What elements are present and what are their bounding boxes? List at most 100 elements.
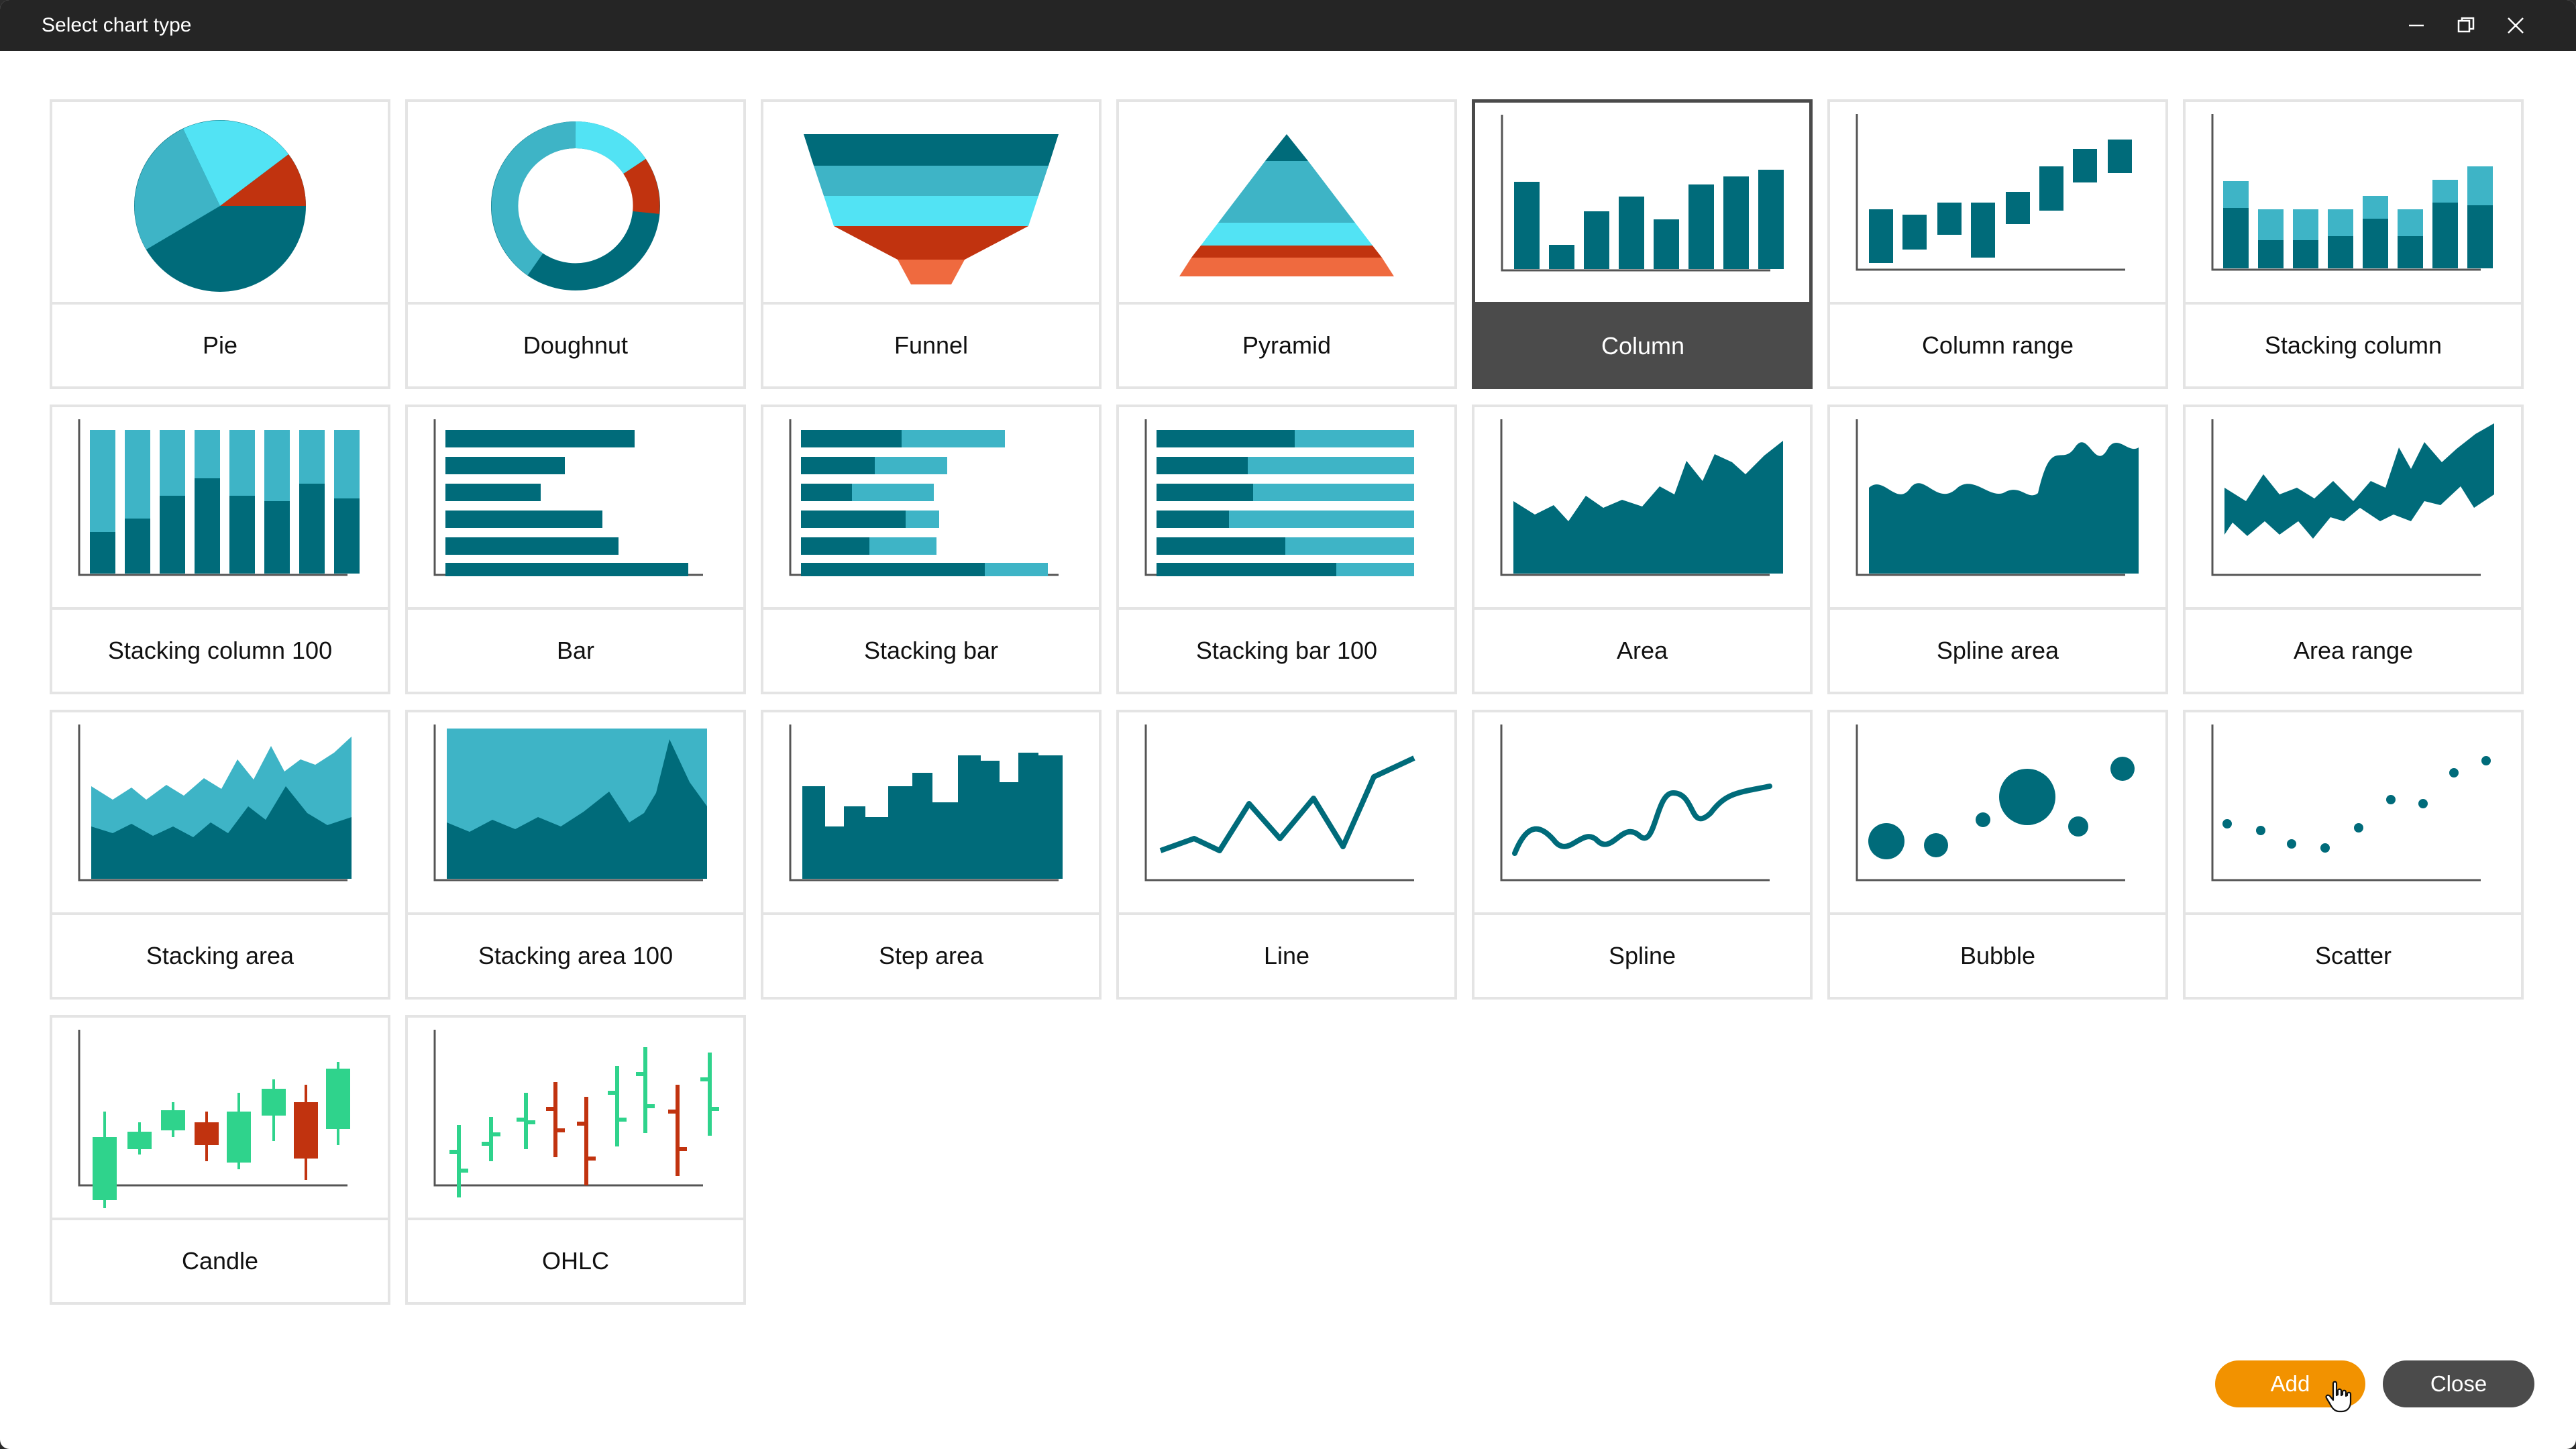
chart-thumbnail [408, 102, 743, 305]
area-range-chart-icon [2211, 419, 2494, 576]
stacking-bar-chart-icon [789, 419, 1059, 576]
doughnut-chart-icon [491, 121, 660, 290]
ohlc-chart-icon [433, 1030, 719, 1197]
chart-type-label: Pie [202, 331, 238, 359]
chart-thumbnail [1830, 407, 2165, 610]
chart-type-card[interactable]: Stacking column 100 [50, 405, 390, 694]
select-chart-type-dialog: Select chart type Pie Doughnut Funnel Py… [0, 0, 2576, 1449]
chart-thumbnail [2186, 407, 2521, 610]
chart-type-card[interactable]: Stacking bar 100 [1116, 405, 1457, 694]
chart-type-label: Pyramid [1242, 331, 1332, 359]
chart-type-card[interactable]: OHLC [405, 1015, 746, 1305]
chart-type-card[interactable]: Line [1116, 710, 1457, 1000]
chart-type-card[interactable]: Step area [761, 710, 1102, 1000]
chart-type-label: Bar [556, 637, 595, 664]
chart-type-label: Column [1475, 305, 1811, 386]
restore-icon[interactable] [2440, 0, 2491, 51]
scatter-chart-icon [2211, 724, 2491, 881]
bar-chart-icon [433, 419, 703, 576]
stacking-area-100-chart-icon [433, 724, 707, 881]
chart-thumbnail [408, 1018, 743, 1220]
chart-type-card[interactable]: Area [1472, 405, 1813, 694]
chart-type-card[interactable]: Pyramid [1116, 99, 1457, 389]
chart-type-card[interactable]: Area range [2183, 405, 2524, 694]
chart-thumbnail [763, 712, 1099, 915]
chart-type-card[interactable]: Stacking column [2183, 99, 2524, 389]
chart-type-card[interactable]: Doughnut [405, 99, 746, 389]
column-range-chart-icon [1856, 114, 2132, 271]
close-icon[interactable] [2490, 0, 2541, 51]
chart-thumbnail [1474, 407, 1810, 610]
chart-type-card[interactable]: Column range [1827, 99, 2168, 389]
minimize-icon[interactable] [2391, 0, 2442, 51]
chart-type-label: Scatter [2314, 942, 2392, 969]
area-chart-icon [1500, 419, 1783, 576]
chart-type-card[interactable]: Spline area [1827, 405, 2168, 694]
hand-cursor-icon [2325, 1381, 2352, 1413]
chart-type-label: Spline [1608, 942, 1676, 969]
funnel-chart-icon [804, 134, 1059, 284]
chart-thumbnail [1119, 102, 1454, 305]
chart-type-label: Funnel [894, 331, 969, 359]
bubble-chart-icon [1856, 724, 2135, 881]
chart-type-card[interactable]: Candle [50, 1015, 390, 1305]
stacking-column-100-chart-icon [78, 419, 360, 576]
chart-type-card[interactable]: Scatter [2183, 710, 2524, 1000]
line-chart-icon [1144, 724, 1415, 881]
candle-chart-icon [78, 1030, 350, 1208]
chart-thumbnail [1474, 712, 1810, 915]
stacking-column-chart-icon [2211, 114, 2493, 271]
chart-type-label: Doughnut [523, 331, 629, 359]
chart-type-label: Stacking area [146, 942, 294, 969]
window-title: Select chart type [42, 14, 192, 36]
chart-type-card[interactable]: Spline [1472, 710, 1813, 1000]
chart-thumbnail [1119, 407, 1454, 610]
chart-type-label: Stacking column [2264, 331, 2443, 359]
step-area-chart-icon [789, 724, 1063, 881]
pie-chart-icon [134, 120, 306, 292]
chart-thumbnail [52, 1018, 388, 1220]
chart-thumbnail [408, 407, 743, 610]
chart-type-label: Stacking column 100 [107, 637, 333, 664]
chart-type-card[interactable]: Stacking area 100 [405, 710, 746, 1000]
chart-thumbnail [408, 712, 743, 915]
chart-type-label: Stacking area 100 [478, 942, 674, 969]
chart-type-label: Candle [181, 1247, 259, 1275]
chart-type-label: Stacking bar [863, 637, 999, 664]
chart-type-card[interactable]: Stacking bar [761, 405, 1102, 694]
spline-chart-icon [1500, 724, 1772, 881]
chart-type-label: Area range [2293, 637, 2414, 664]
chart-type-label: Bubble [1960, 942, 2036, 969]
chart-type-label: Spline area [1936, 637, 2059, 664]
chart-thumbnail [2186, 712, 2521, 915]
chart-thumbnail [1475, 103, 1811, 305]
chart-type-card[interactable]: Column [1472, 99, 1813, 389]
chart-type-label: Area [1616, 637, 1668, 664]
stacking-area-chart-icon [78, 724, 352, 881]
chart-type-card[interactable]: Bubble [1827, 710, 2168, 1000]
chart-type-label: Step area [878, 942, 984, 969]
chart-thumbnail [763, 102, 1099, 305]
chart-thumbnail [763, 407, 1099, 610]
stacking-bar-100-chart-icon [1144, 419, 1414, 576]
chart-type-label: Column range [1921, 331, 2074, 359]
title-bar: Select chart type [0, 0, 2576, 51]
chart-thumbnail [2186, 102, 2521, 305]
chart-thumbnail [1119, 712, 1454, 915]
column-chart-icon [1501, 115, 1784, 272]
chart-type-card[interactable]: Stacking area [50, 710, 390, 1000]
chart-thumbnail [52, 407, 388, 610]
chart-type-card[interactable]: Bar [405, 405, 746, 694]
chart-thumbnail [52, 102, 388, 305]
spline-area-chart-icon [1856, 419, 2139, 576]
chart-type-label: Stacking bar 100 [1195, 637, 1378, 664]
chart-thumbnail [1830, 712, 2165, 915]
chart-type-card[interactable]: Funnel [761, 99, 1102, 389]
pyramid-chart-icon [1179, 134, 1394, 276]
chart-type-card[interactable]: Pie [50, 99, 390, 389]
close-button[interactable]: Close [2383, 1360, 2534, 1407]
chart-type-label: Line [1263, 942, 1310, 969]
chart-thumbnail [1830, 102, 2165, 305]
chart-type-label: OHLC [541, 1247, 610, 1275]
chart-thumbnail [52, 712, 388, 915]
